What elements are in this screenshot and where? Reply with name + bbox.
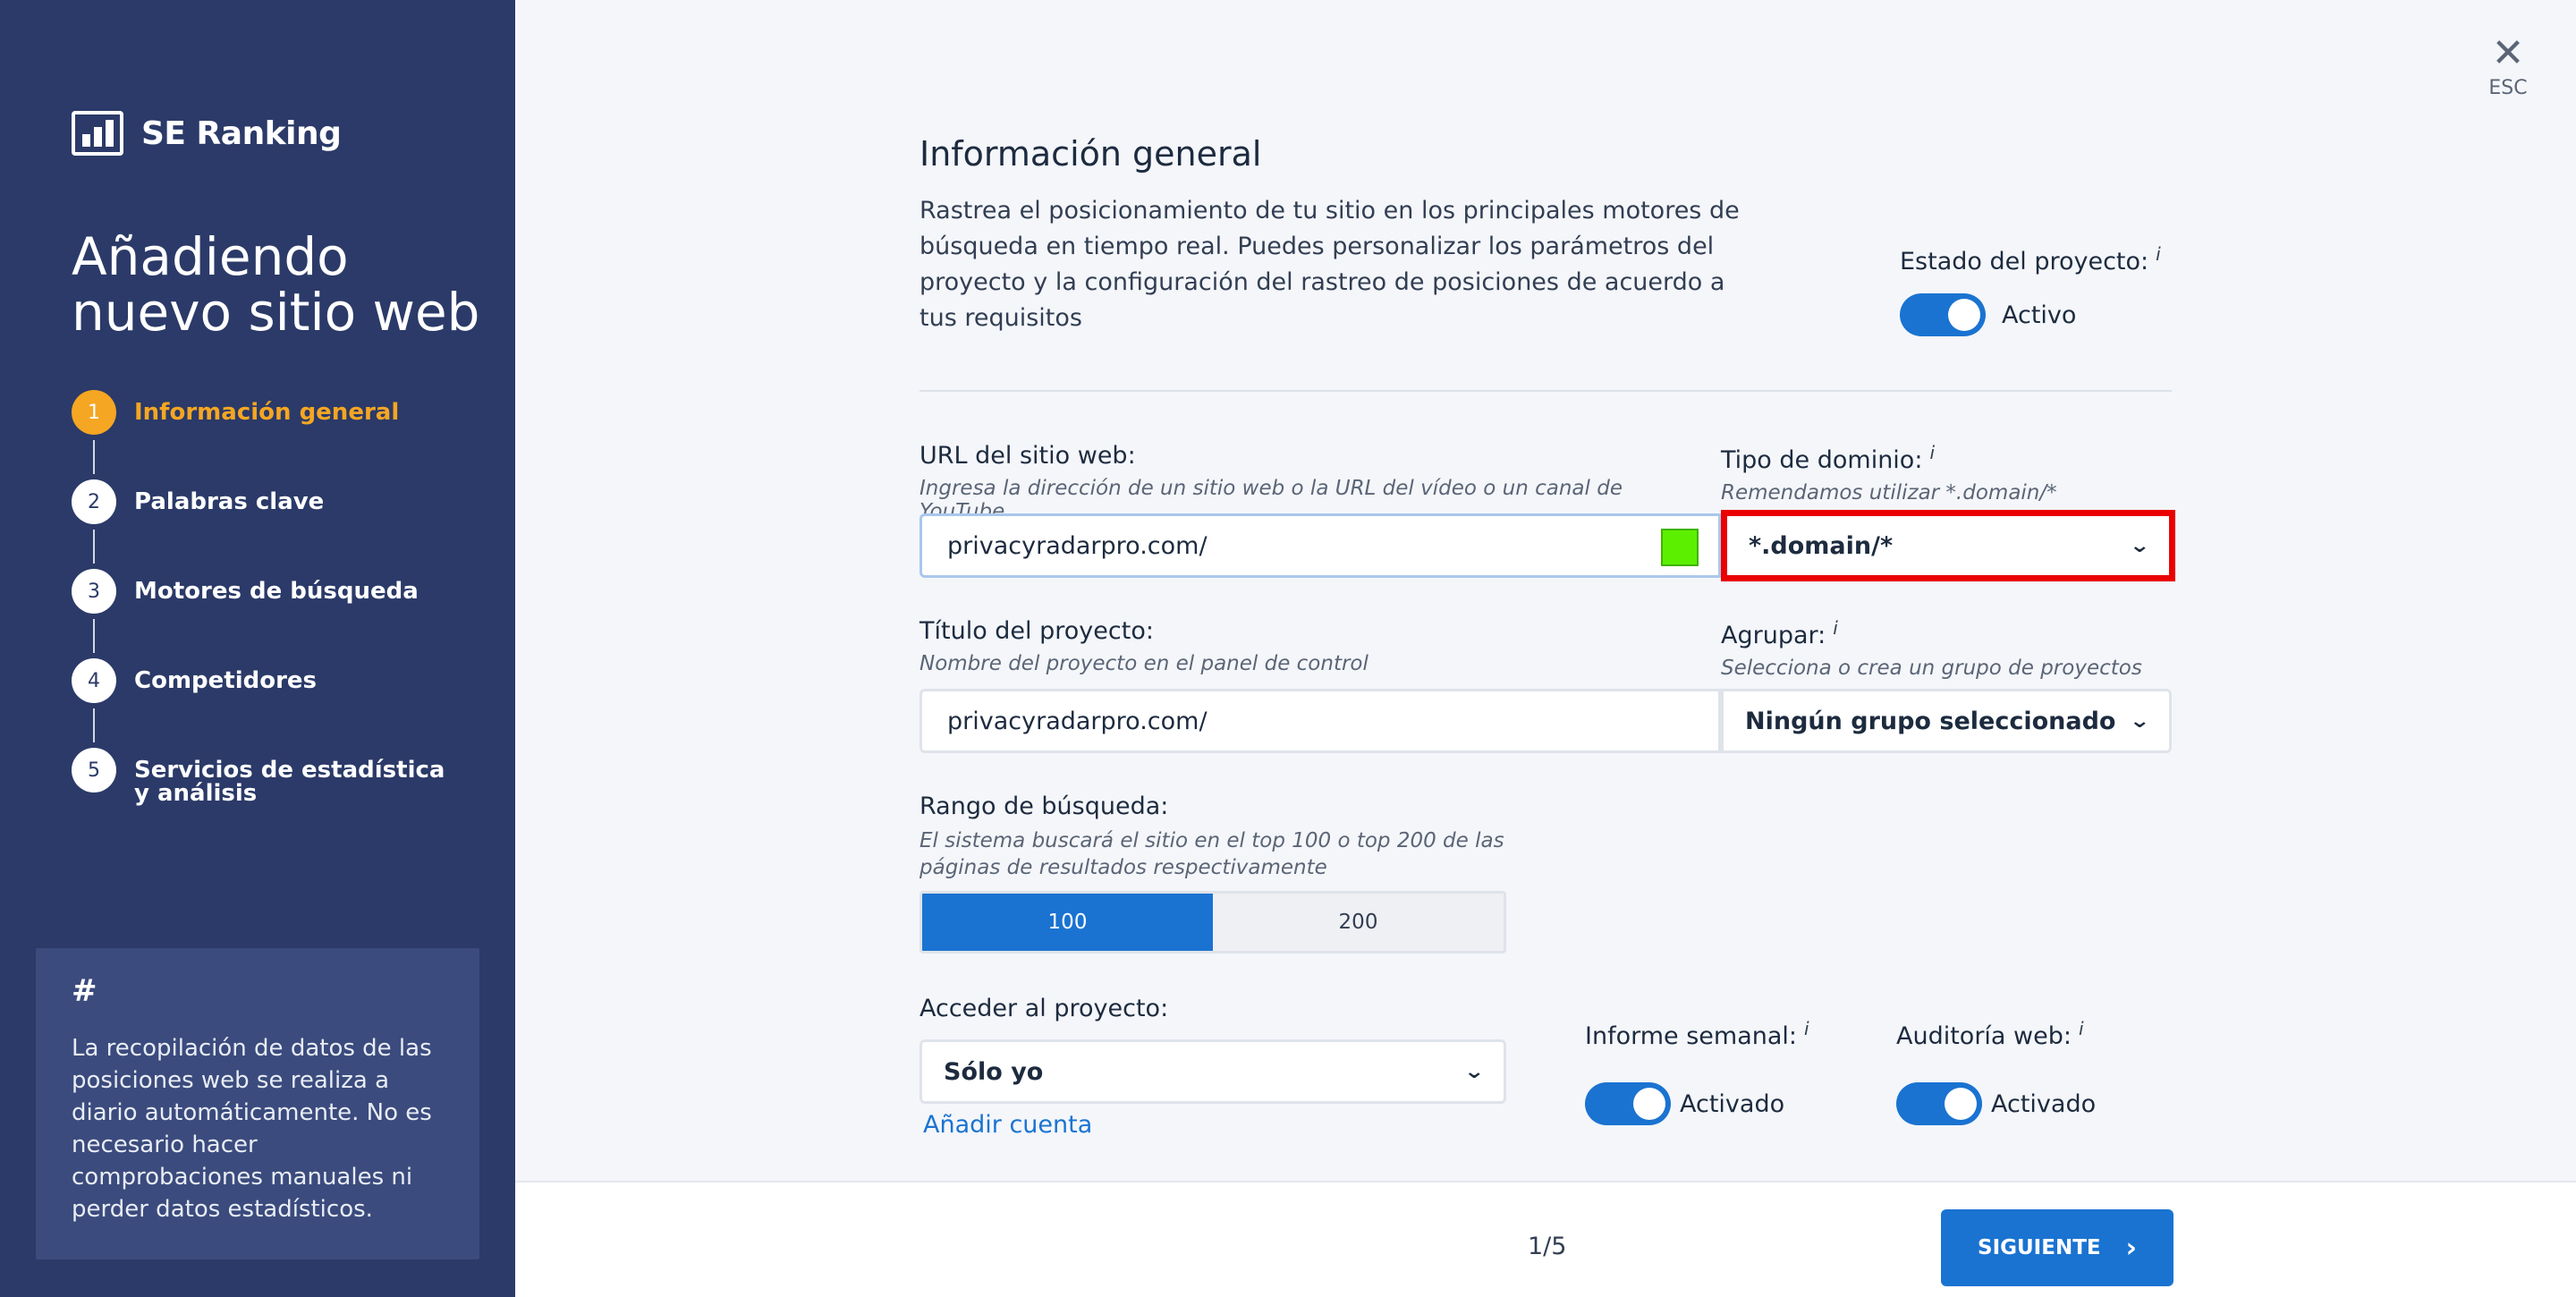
step-label: Información general [134,399,400,426]
weekly-report-toggle[interactable] [1585,1082,1671,1125]
weekly-report-toggle-row: Activado [1585,1082,1784,1125]
wizard-steps: 1 Información general 2 Palabras clave 3… [72,390,483,837]
search-range-label: Rango de búsqueda: [919,793,1169,820]
step-number: 2 [72,479,116,524]
next-button[interactable]: SIGUIENTE › [1941,1209,2174,1286]
step-label: Motores de búsqueda [134,578,419,605]
close-button[interactable]: ✕ ESC [2483,30,2533,100]
hash-icon: # [72,973,97,1009]
project-title-header: Título del proyecto: Nombre del proyecto… [919,617,1707,675]
info-icon[interactable]: i [1833,617,1838,639]
domain-type-select[interactable]: *.domain/* ⌄ [1721,510,2175,581]
group-value: Ningún grupo seleccionado [1745,707,2116,735]
group-select[interactable]: Ningún grupo seleccionado ⌄ [1721,689,2172,753]
wizard-footer: 1/5 SIGUIENTE › [515,1181,2576,1297]
url-label: URL del sitio web: [919,442,1136,470]
project-status-text: Estado del proyecto: [1900,248,2149,276]
tip-box: # La recopilación de datos de las posici… [36,948,479,1259]
weekly-report-text: Informe semanal: [1585,1022,1798,1050]
step-search-engines[interactable]: 3 Motores de búsqueda [72,569,483,658]
info-icon[interactable]: i [1804,1018,1809,1039]
domain-type-header: Tipo de dominio: i Remendamos utilizar *.… [1721,442,2172,504]
access-label: Acceder al proyecto: [919,995,1169,1022]
domain-type-value: *.domain/* [1749,531,1894,560]
close-icon: ✕ [2491,30,2525,76]
section-intro: Rastrea el posicionamiento de tu sitio e… [919,197,1740,332]
url-input[interactable]: privacyradarpro.com/ [919,513,1721,578]
search-range-header: Rango de búsqueda: El sistema buscará el… [919,793,1546,881]
range-option-100[interactable]: 100 [922,894,1213,951]
project-status-toggle[interactable] [1900,293,1986,336]
domain-type-text: Tipo de dominio: [1721,446,1923,474]
brand-name: SE Ranking [141,114,342,152]
domain-type-hint: Remendamos utilizar *.domain/* [1721,481,2057,504]
chevron-down-icon: ⌄ [2128,534,2150,557]
web-audit-value: Activado [1991,1089,2097,1118]
weekly-report-label: Informe semanal: i [1585,1018,1809,1050]
step-connector [93,619,95,653]
project-title-hint: Nombre del proyecto en el panel de contr… [919,652,1368,675]
web-audit-label: Auditoría web: i [1896,1018,2084,1050]
step-number: 1 [72,390,116,435]
group-text: Agrupar: [1721,622,1826,649]
section-heading: Información general [919,134,1262,174]
web-audit-text: Auditoría web: [1896,1022,2072,1050]
step-connector [93,530,95,564]
group-label: Agrupar: i [1721,617,2172,649]
web-audit-toggle[interactable] [1896,1082,1982,1125]
step-competitors[interactable]: 4 Competidores [72,658,483,748]
step-general-info[interactable]: 1 Información general [72,390,483,479]
group-header: Agrupar: i Selecciona o crea un grupo de … [1721,617,2172,680]
access-header: Acceder al proyecto: [919,995,1168,1022]
divider [919,390,2172,392]
project-title-value: privacyradarpro.com/ [947,707,1208,735]
next-label: SIGUIENTE [1978,1236,2101,1259]
url-field-header: URL del sitio web: Ingresa la dirección … [919,442,1707,523]
bar-chart-icon [72,111,123,156]
group-hint: Selecciona o crea un grupo de proyectos [1721,657,2142,680]
add-account-link[interactable]: Añadir cuenta [923,1111,1092,1139]
search-range-segmented: 100 200 [919,891,1506,954]
web-audit-toggle-row: Activado [1896,1082,2096,1125]
sidebar: SE Ranking Añadiendo nuevo sitio web 1 I… [0,0,515,1297]
wizard-title: Añadiendo nuevo sitio web [72,226,480,343]
step-label: Competidores [134,667,318,694]
project-title-label: Título del proyecto: [919,617,1154,645]
step-analytics-services[interactable]: 5 Servicios de estadística y análisis [72,748,483,837]
weekly-report-value: Activado [1680,1089,1785,1118]
url-valid-indicator [1661,529,1699,566]
search-range-hint: El sistema buscará el sitio en el top 10… [919,829,1504,879]
step-number: 4 [72,658,116,703]
chevron-right-icon: › [2125,1232,2137,1264]
info-icon[interactable]: i [1929,442,1935,463]
chevron-down-icon: ⌄ [1462,1060,1485,1083]
project-status-value: Activo [2002,301,2077,329]
project-status-toggle-row: Activo [1900,293,2076,336]
info-icon[interactable]: i [2079,1018,2084,1039]
access-select[interactable]: Sólo yo ⌄ [919,1039,1506,1104]
step-keywords[interactable]: 2 Palabras clave [72,479,483,569]
info-icon[interactable]: i [2156,243,2161,265]
esc-label: ESC [2488,77,2528,99]
step-number: 3 [72,569,116,614]
url-value: privacyradarpro.com/ [947,531,1208,560]
range-option-200[interactable]: 200 [1213,894,1504,951]
project-status-label: Estado del proyecto: i [1900,243,2161,276]
step-pager: 1/5 [1528,1233,1567,1260]
project-title-input[interactable]: privacyradarpro.com/ [919,689,1721,753]
tip-text: La recopilación de datos de las posicion… [72,1035,432,1223]
chevron-down-icon: ⌄ [2128,709,2150,733]
step-label: Palabras clave [134,488,325,515]
step-connector [93,708,95,742]
step-number: 5 [72,748,116,793]
brand-logo[interactable]: SE Ranking [72,111,342,156]
step-connector [93,440,95,474]
main-form: Información general Rastrea el posiciona… [919,134,2175,1139]
access-value: Sólo yo [944,1057,1044,1086]
step-label: Servicios de estadística y análisis [134,757,445,807]
domain-type-label: Tipo de dominio: i [1721,442,2172,474]
